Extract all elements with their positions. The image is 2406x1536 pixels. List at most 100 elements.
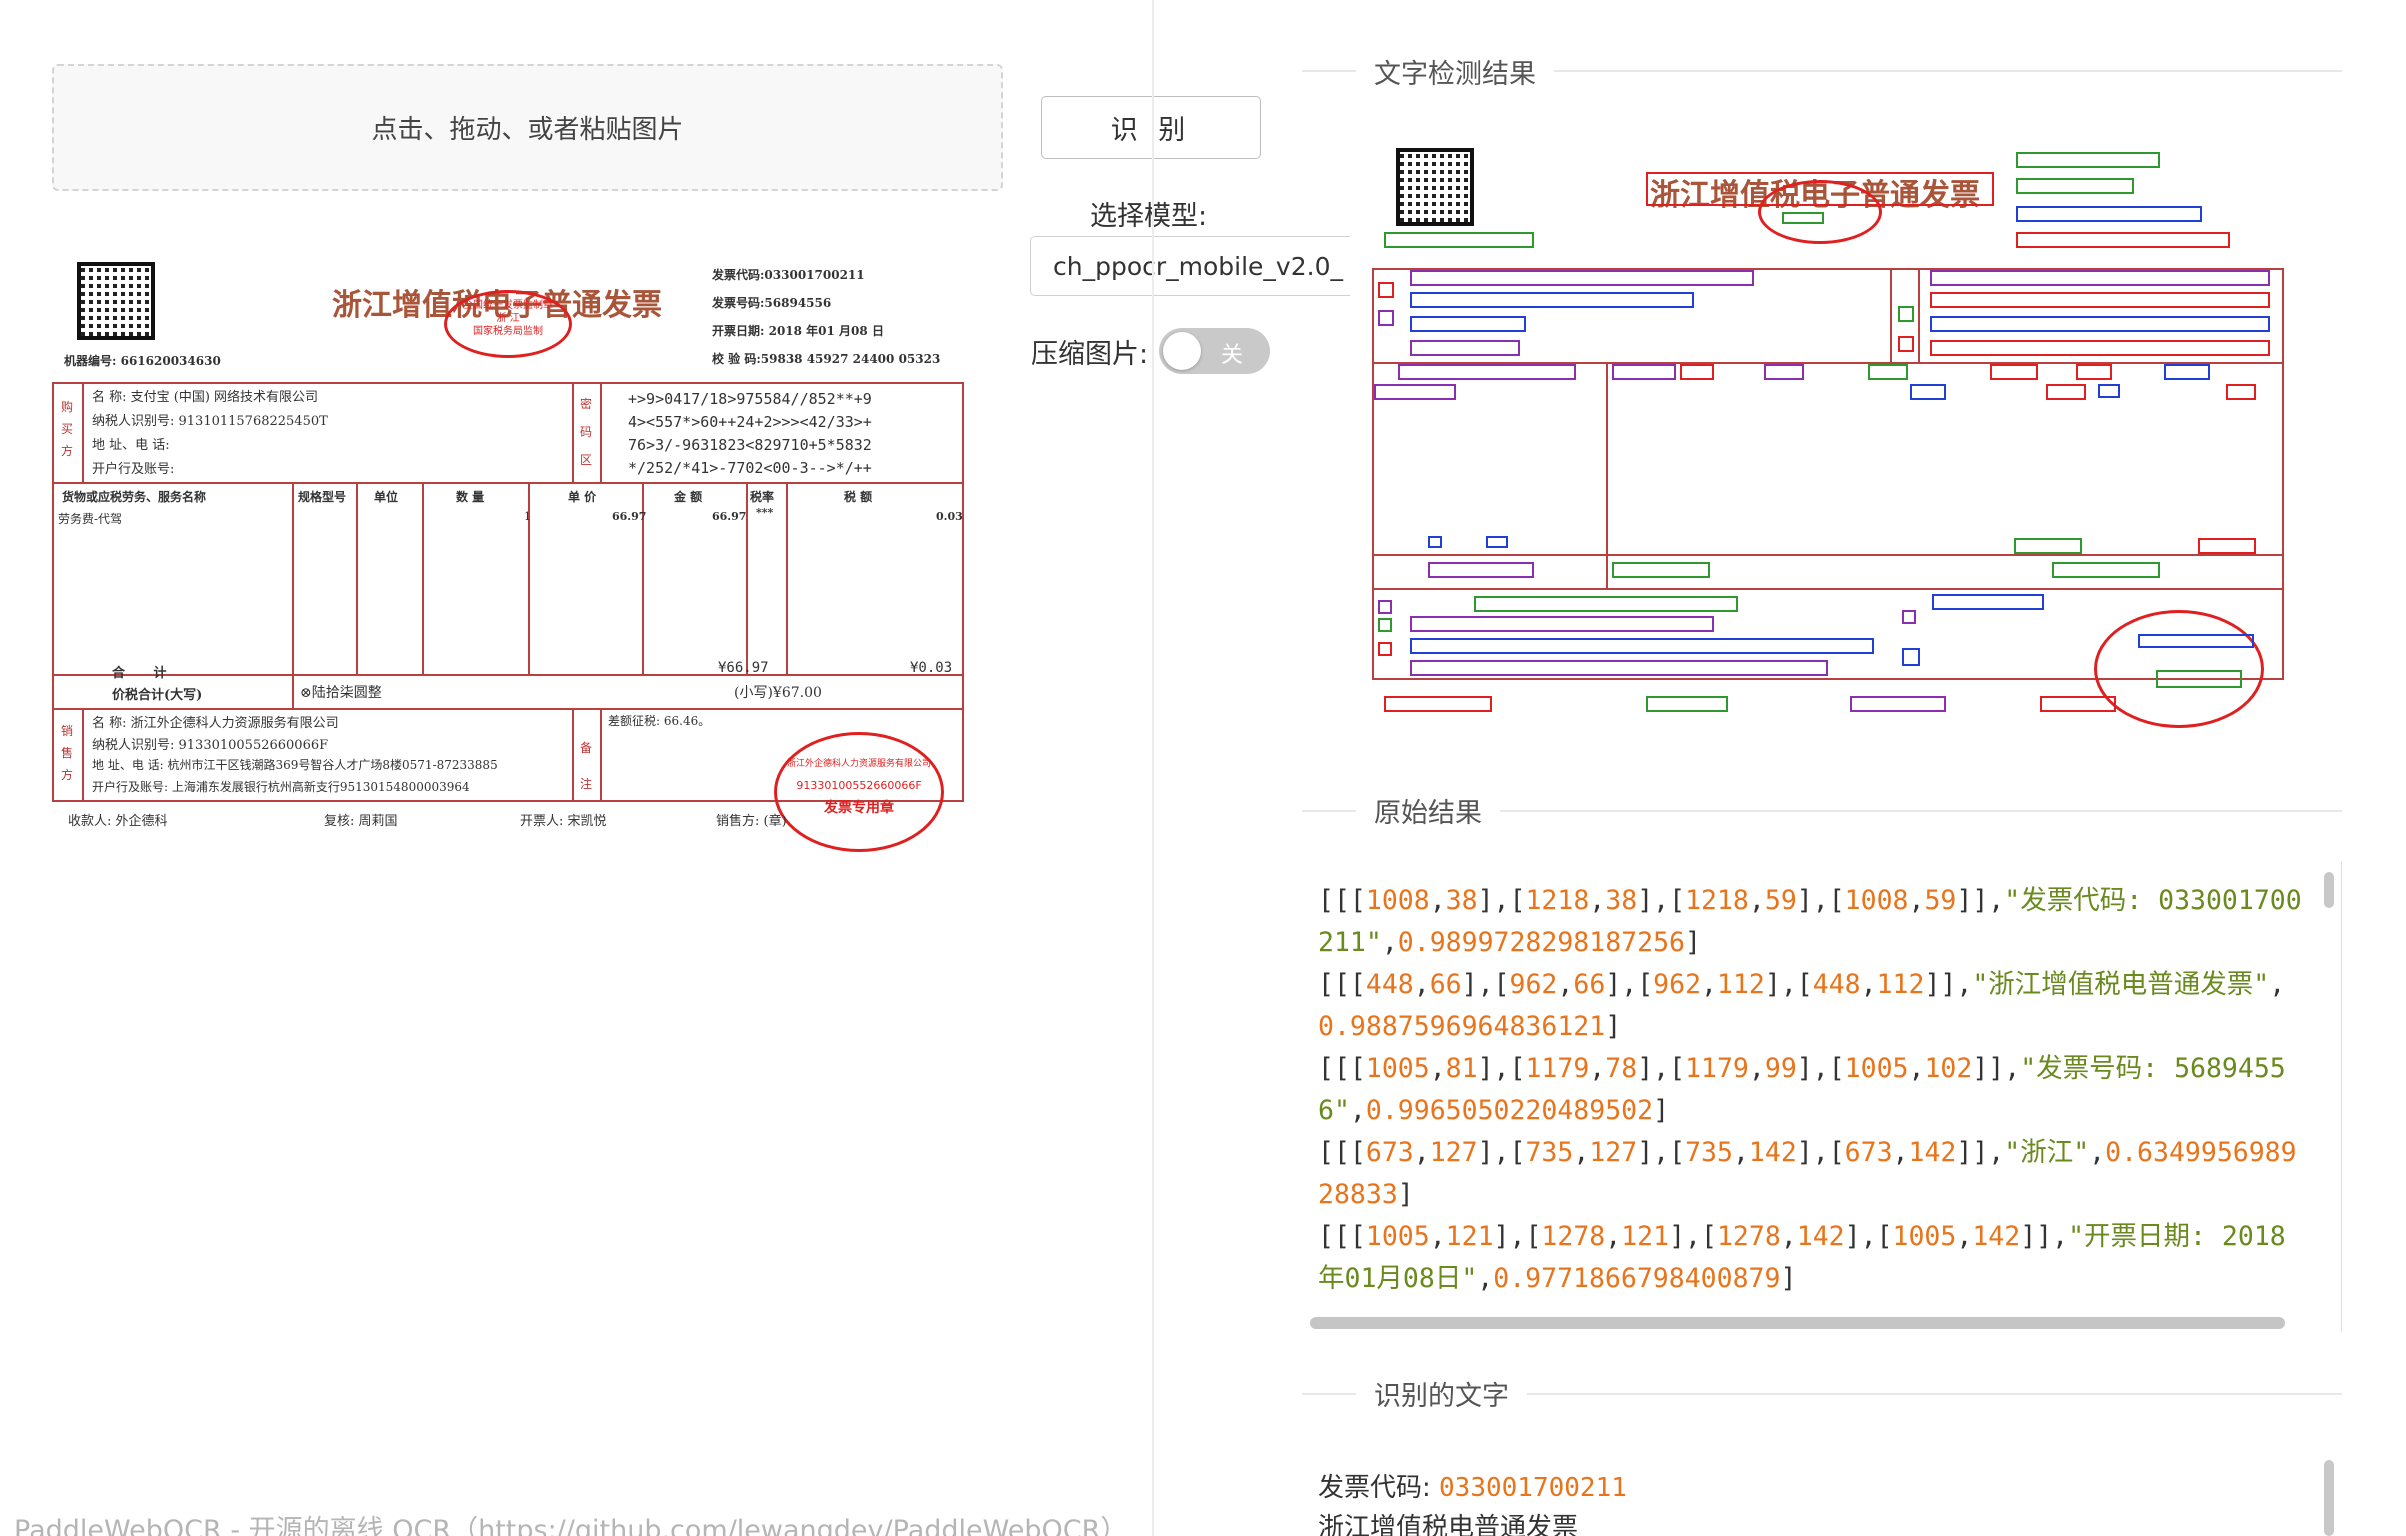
raw-result-line: [[[1005,81],[1179,78],[1179,99],[1005,10… — [1318, 1053, 2286, 1126]
model-select[interactable]: ch_ppocr_mobile_v2.0_ — [1030, 236, 1350, 296]
detection-box — [2016, 178, 2134, 194]
recognized-label: 发票代码: — [1318, 1473, 1431, 1503]
divider — [572, 382, 574, 482]
company-seal — [2094, 610, 2264, 728]
grand-total-words: ⊗陆拾柒圆整 — [300, 685, 382, 701]
side-char: 买 — [61, 422, 74, 436]
divider — [1372, 554, 2284, 556]
buyer-bank: 开户行及账号: — [92, 462, 175, 477]
detection-box — [2198, 538, 2256, 554]
seal-text-line: 国家税务局监制 — [473, 326, 543, 337]
seller-side-label: 销 售 方 — [61, 720, 73, 786]
model-select-value: ch_ppocr_mobile_v2.0_ — [1053, 251, 1343, 281]
detection-box — [2076, 364, 2112, 380]
reviewer: 复核: 周莉国 — [324, 814, 398, 829]
recognized-label: 浙江增值税电普通发票 — [1318, 1513, 1579, 1536]
item-rate: *** — [756, 506, 774, 519]
divider — [52, 708, 964, 710]
cipher-line: */252/*41>-7702<00-3-->*/++ — [628, 459, 872, 477]
col-header-qty: 数 量 — [456, 490, 485, 504]
side-char: 注 — [580, 777, 593, 791]
recognized-line: 发票代码: 033001700211 — [1318, 1467, 1627, 1504]
total-label: 合 计 — [112, 666, 179, 681]
col-header-goods: 货物或应税劳务、服务名称 — [62, 490, 207, 504]
divider — [1606, 362, 1608, 554]
divider — [422, 482, 424, 674]
detection-box — [1932, 594, 2044, 610]
footer-text: PaddleWebOCR - 开源的离线 OCR（https://github.… — [14, 1515, 1128, 1536]
remark-text: 差额征税: 66.46。 — [608, 714, 711, 728]
side-char: 方 — [61, 768, 74, 782]
recognized-line: 浙江增值税电普通发票 — [1318, 1507, 1578, 1536]
qr-code-image — [1396, 148, 1474, 226]
buyer-name: 名 称: 支付宝 (中国) 网络技术有限公司 — [92, 390, 319, 405]
raw-vertical-scrollbar[interactable] — [2324, 872, 2334, 908]
raw-section-title: 原始结果 — [1356, 791, 1500, 830]
detection-box — [1398, 364, 1576, 380]
recognize-button[interactable]: 识 别 — [1041, 96, 1261, 159]
source-invoice-image: 机器编号: 661620034630 浙江增值税电子普通发票 全国统一发票监制章… — [52, 256, 972, 852]
detection-result-image: 浙江增值税电子普通发票 — [1370, 140, 2300, 730]
detection-box — [1384, 232, 1534, 248]
compress-toggle[interactable]: 关 — [1159, 328, 1270, 374]
side-char: 密 — [580, 397, 593, 411]
raw-result-text: [[[1008,38],[1218,38],[1218,59],[1008,59… — [1318, 880, 2308, 1300]
text-vertical-scrollbar[interactable] — [2324, 1460, 2334, 1536]
divider — [572, 708, 574, 802]
col-header-amount: 金 额 — [674, 490, 703, 504]
detection-box — [2014, 538, 2082, 554]
side-char: 码 — [580, 425, 593, 439]
raw-result-panel[interactable]: [[[1008,38],[1218,38],[1218,59],[1008,59… — [1302, 862, 2342, 1332]
detection-box — [1930, 292, 2270, 308]
cipher-line: +>9>0417/18>975584//852**+9 — [628, 390, 872, 408]
detection-box — [2156, 670, 2242, 688]
detection-box — [1410, 316, 1526, 332]
buyer-tax-id: 纳税人识别号: 91310115768225450T — [92, 414, 328, 429]
detection-box — [1612, 562, 1710, 578]
recognized-value: 033001700211 — [1439, 1473, 1627, 1503]
toggle-knob — [1163, 332, 1201, 370]
raw-result-line: [[[448,66],[962,66],[962,112],[448,112]]… — [1318, 969, 2286, 1042]
seller-bank: 开户行及账号: 上海浦东发展银行杭州高新支行95130154800003964 — [92, 780, 470, 794]
raw-horizontal-scrollbar[interactable] — [1310, 1317, 2285, 1329]
side-char: 销 — [61, 724, 74, 738]
drawer: 开票人: 宋凯悦 — [520, 814, 607, 829]
detection-box — [1868, 364, 1908, 380]
invoice-date: 开票日期: 2018 年01 月08 日 — [712, 324, 884, 338]
total-tax: ¥0.03 — [910, 660, 953, 676]
detection-box — [1428, 562, 1534, 578]
divider — [52, 674, 964, 676]
detection-box — [1378, 618, 1392, 632]
buyer-address: 地 址、电 话: — [92, 438, 170, 453]
col-header-spec: 规格型号 — [298, 490, 347, 504]
detection-box — [1378, 310, 1394, 326]
col-header-tax: 税 额 — [844, 490, 873, 504]
detection-box — [2052, 562, 2160, 578]
detection-box — [1410, 638, 1874, 654]
divider — [82, 382, 84, 482]
col-header-price: 单 价 — [568, 490, 597, 504]
detection-box — [1428, 536, 1442, 548]
cipher-line: 76>3/-9631823<829710+5*5832 — [628, 436, 872, 454]
seal-text-line: 浙 江 — [496, 313, 520, 324]
detection-box — [1930, 316, 2270, 332]
divider — [1918, 268, 1920, 362]
grand-total-small: (小写)¥67.00 — [734, 685, 822, 701]
image-upload-dropzone[interactable]: 点击、拖动、或者粘贴图片 — [52, 64, 1003, 191]
seller-seal-label: 销售方: (章) — [716, 814, 787, 829]
invoice-number: 发票号码:56894556 — [712, 296, 832, 310]
detection-box — [1646, 696, 1728, 712]
detection-box — [1486, 536, 1508, 548]
recognized-text-panel[interactable]: 发票代码: 033001700211 浙江增值税电普通发票 — [1302, 1455, 2342, 1536]
side-char: 备 — [580, 741, 593, 755]
detection-box — [1930, 270, 2270, 286]
detection-box — [1410, 340, 1520, 356]
detection-box — [1378, 600, 1392, 614]
divider — [1890, 268, 1892, 362]
detection-box — [2016, 232, 2230, 248]
remark-side-label: 备 注 — [580, 730, 592, 802]
item-name: 劳务费-代驾 — [58, 512, 123, 526]
item-price: 66.97 — [612, 510, 647, 523]
divider — [292, 482, 294, 674]
seal-text-line: 发票专用章 — [824, 800, 894, 816]
